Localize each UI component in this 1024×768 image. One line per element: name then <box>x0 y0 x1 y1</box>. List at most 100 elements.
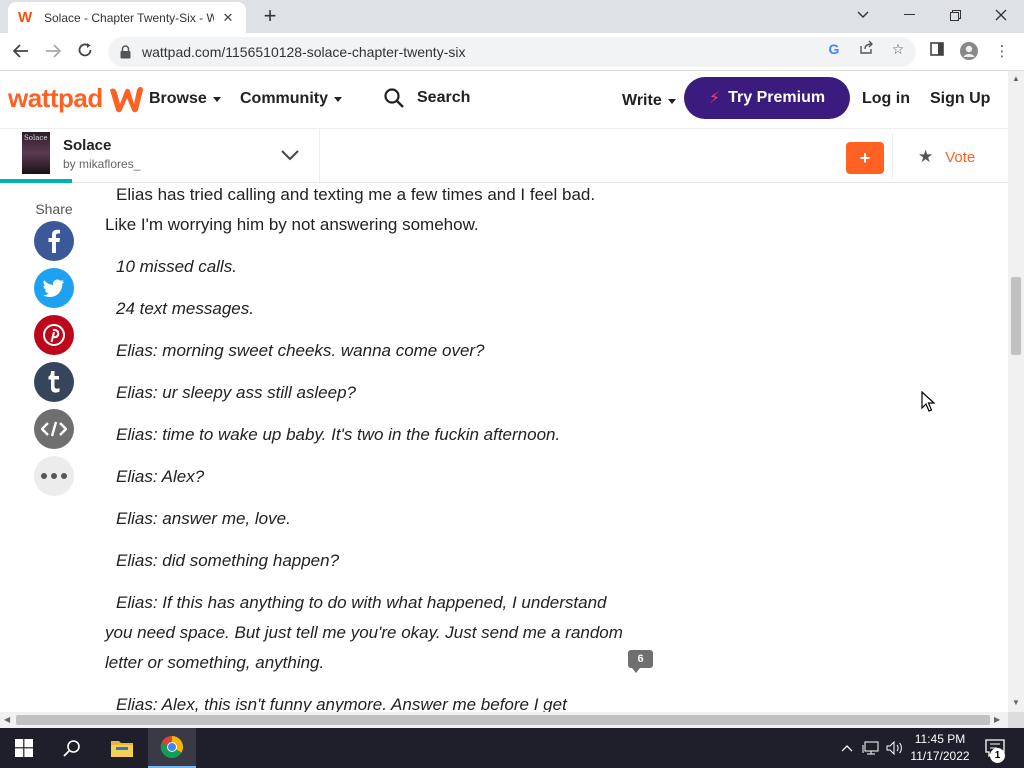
browser-tab[interactable]: W Solace - Chapter Twenty-Six - Wa ✕ <box>8 2 246 33</box>
more-dots-icon <box>41 473 67 479</box>
wattpad-w-icon <box>109 86 143 112</box>
story-paragraph: Elias: time to wake up baby. It's two in… <box>116 425 561 444</box>
back-button[interactable] <box>8 40 34 64</box>
divider <box>319 129 320 184</box>
premium-label: Try Premium <box>728 89 826 106</box>
notification-count-badge: 1 <box>990 748 1005 763</box>
minimize-button[interactable] <box>886 0 932 30</box>
story-paragraph: Elias: Alex? <box>116 467 205 486</box>
story-info-bar: Solace Solace by mikaflores_ + ★ Vote <box>0 128 1008 184</box>
twitter-icon <box>43 279 64 297</box>
horizontal-scroll-thumb[interactable] <box>16 715 990 725</box>
browse-menu[interactable]: Browse <box>149 90 221 108</box>
signup-link[interactable]: Sign Up <box>930 90 990 108</box>
story-paragraph: Elias: If this has anything to do with w… <box>105 593 623 672</box>
chrome-menu-icon[interactable]: ⋮ <box>992 42 1012 62</box>
page-viewport: wattpad Browse Community Search Write ⚡ … <box>0 71 1008 712</box>
share-label: Share <box>35 201 73 217</box>
inline-comment-count[interactable]: 6 <box>628 650 653 668</box>
story-paragraph: 10 missed calls. <box>116 257 237 276</box>
chapter-list-chevron-icon[interactable] <box>280 145 300 165</box>
tumblr-share-button[interactable] <box>34 362 74 402</box>
volume-icon[interactable] <box>884 728 906 768</box>
file-explorer-button[interactable] <box>98 728 146 768</box>
star-icon: ★ <box>918 147 934 166</box>
login-link[interactable]: Log in <box>862 90 910 108</box>
community-label: Community <box>240 90 328 107</box>
start-button[interactable] <box>0 728 48 768</box>
write-label: Write <box>622 92 662 109</box>
search-label: Search <box>417 89 471 106</box>
try-premium-button[interactable]: ⚡ Try Premium <box>684 77 850 119</box>
search-button[interactable]: Search <box>384 88 470 108</box>
taskbar-search-button[interactable] <box>48 728 96 768</box>
caret-down-icon <box>667 98 676 104</box>
scroll-left-arrow-icon[interactable]: ◀ <box>4 715 10 724</box>
twitter-share-button[interactable] <box>34 268 74 308</box>
vertical-scroll-thumb[interactable] <box>1011 277 1021 355</box>
login-label: Log in <box>862 90 910 107</box>
folder-icon <box>111 741 133 757</box>
share-sidebar: Share <box>26 201 82 503</box>
facebook-icon <box>48 229 60 253</box>
network-icon[interactable] <box>860 728 882 768</box>
windows-logo-icon <box>15 739 33 757</box>
mouse-cursor-icon <box>921 391 935 412</box>
side-panel-icon[interactable] <box>927 42 947 62</box>
scrollbar-corner <box>1008 712 1024 728</box>
forward-button[interactable] <box>40 40 66 64</box>
clock-time[interactable]: 11:45 PM <box>906 731 974 747</box>
horizontal-scrollbar[interactable]: ◀ ▶ <box>0 712 1008 728</box>
scroll-right-arrow-icon[interactable]: ▶ <box>994 715 1000 724</box>
url-text[interactable]: wattpad.com/1156510128-solace-chapter-tw… <box>142 44 465 60</box>
add-to-library-button[interactable]: + <box>846 142 884 174</box>
scroll-up-arrow-icon[interactable]: ▲ <box>1012 74 1020 83</box>
scroll-down-arrow-icon[interactable]: ▼ <box>1012 698 1020 707</box>
embed-share-button[interactable] <box>34 409 74 449</box>
chrome-taskbar-button[interactable] <box>148 728 196 768</box>
profile-icon[interactable] <box>959 42 979 62</box>
divider <box>892 133 893 179</box>
close-window-button[interactable] <box>978 0 1024 30</box>
more-share-button[interactable] <box>34 456 74 496</box>
new-tab-button[interactable]: + <box>258 5 282 29</box>
story-author[interactable]: by mikaflores_ <box>63 157 140 171</box>
vertical-scrollbar[interactable]: ▲ ▼ <box>1008 71 1024 712</box>
tray-chevron-icon[interactable] <box>838 728 856 768</box>
story-paragraph: Elias: Alex, this isn't funny anymore. A… <box>116 695 567 712</box>
facebook-share-button[interactable] <box>34 221 74 261</box>
pinterest-share-button[interactable] <box>34 315 74 355</box>
google-translate-icon[interactable]: G <box>825 40 843 58</box>
lock-icon[interactable] <box>120 45 132 59</box>
wattpad-logo[interactable]: wattpad <box>8 83 145 114</box>
tumblr-icon <box>48 371 60 393</box>
tab-search-chevron-icon[interactable] <box>840 0 886 30</box>
story-paragraph: Elias has tried calling and texting me a… <box>105 185 596 234</box>
address-bar[interactable]: wattpad.com/1156510128-solace-chapter-tw… <box>108 37 916 67</box>
community-menu[interactable]: Community <box>240 90 342 108</box>
windows-taskbar: 11:45 PM 11/17/2022 1 <box>0 728 1024 768</box>
story-title[interactable]: Solace <box>63 137 111 154</box>
bookmark-star-icon[interactable]: ☆ <box>889 40 907 58</box>
vote-label: Vote <box>945 148 976 166</box>
clock-date[interactable]: 11/17/2022 <box>906 748 974 764</box>
close-tab-icon[interactable]: ✕ <box>220 10 236 26</box>
search-icon <box>63 740 80 757</box>
pinterest-icon <box>43 324 65 346</box>
story-paragraph: Elias: morning sweet cheeks. wanna come … <box>116 341 485 360</box>
story-text: Elias has tried calling and texting me a… <box>105 183 625 712</box>
lightning-icon: ⚡ <box>708 90 721 107</box>
signup-label: Sign Up <box>930 90 991 107</box>
restore-button[interactable] <box>932 0 978 30</box>
write-menu[interactable]: Write <box>622 92 676 110</box>
browser-tab-strip: W Solace - Chapter Twenty-Six - Wa ✕ + <box>0 0 1024 33</box>
comment-bubble-tail <box>632 668 640 673</box>
story-cover[interactable]: Solace <box>22 132 50 174</box>
reload-button[interactable] <box>72 40 98 64</box>
tab-title: Solace - Chapter Twenty-Six - Wa <box>44 10 214 25</box>
reading-progress-bar <box>0 179 72 183</box>
vote-button[interactable]: ★ Vote <box>918 147 975 167</box>
share-page-icon[interactable] <box>857 40 875 58</box>
search-icon <box>384 88 404 108</box>
story-paragraph: 24 text messages. <box>116 299 254 318</box>
